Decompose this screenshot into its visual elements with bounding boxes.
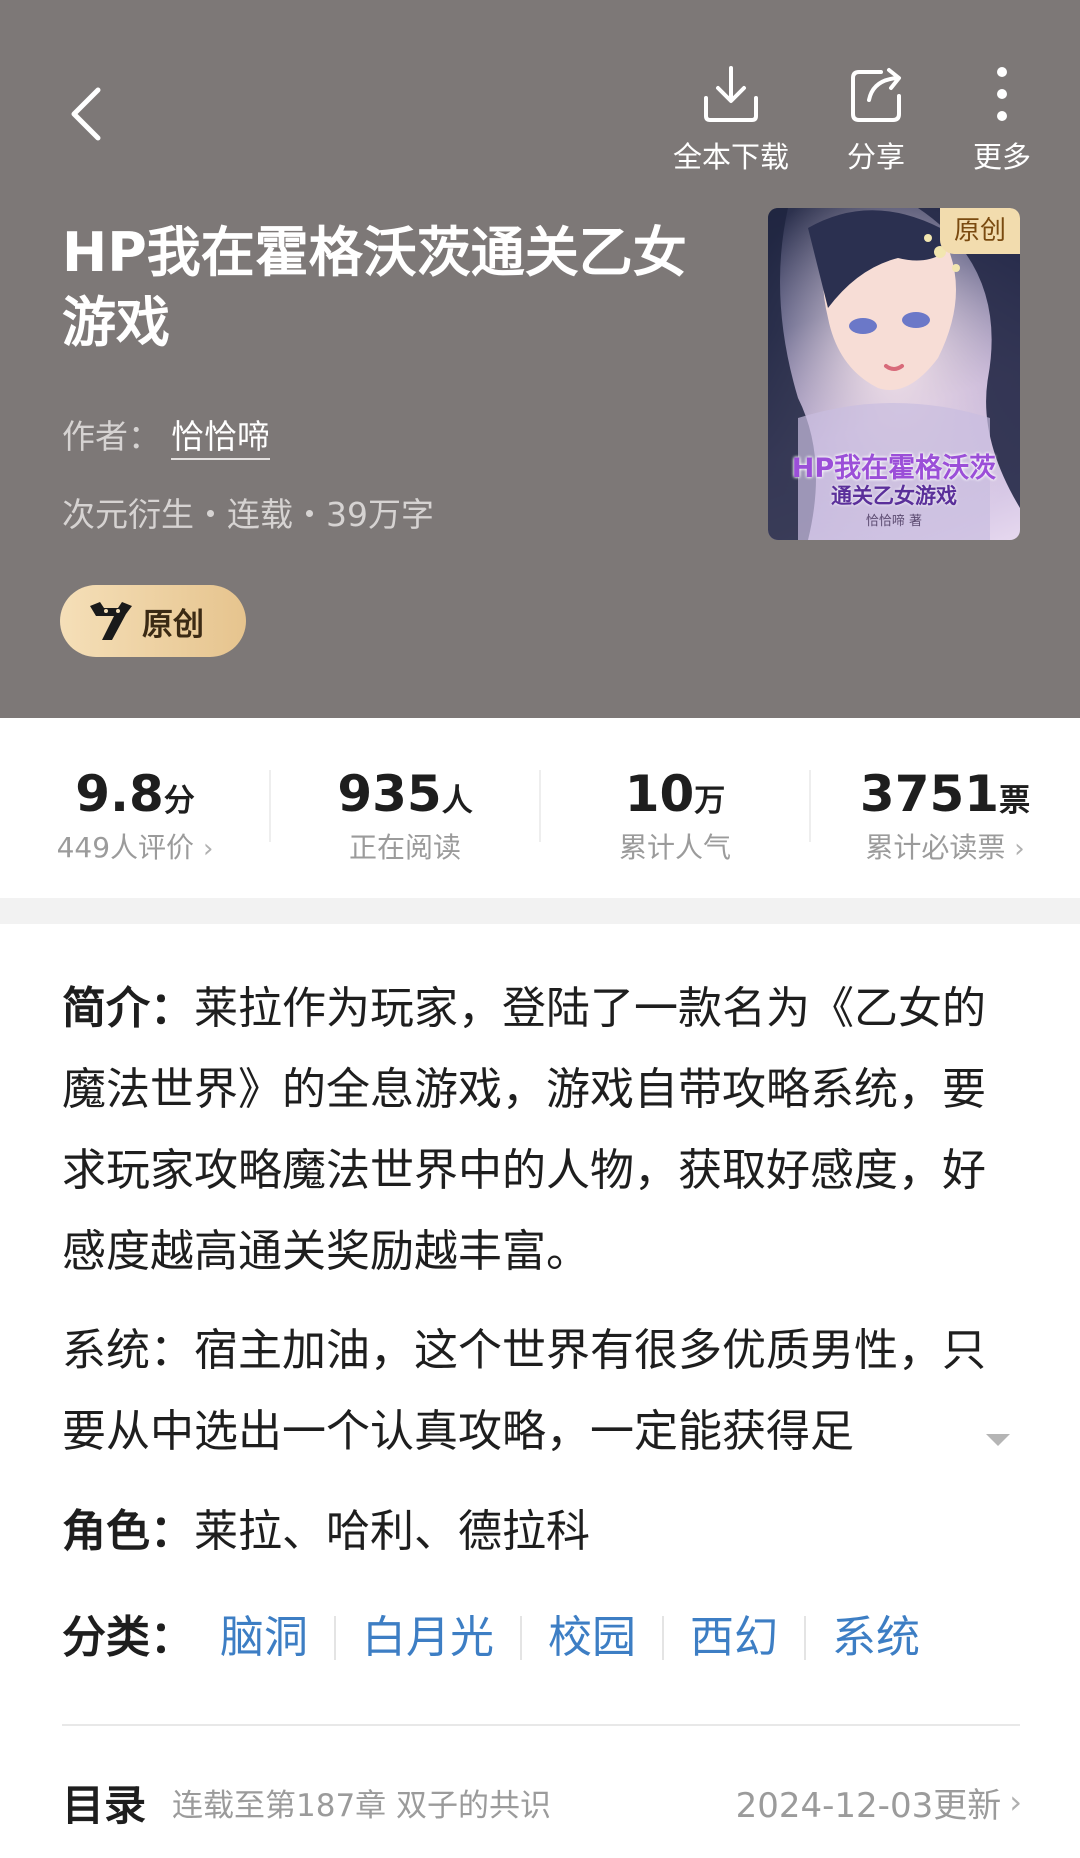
votes-unit: 票 [999, 783, 1031, 819]
cover-author: 恰恰啼 著 [865, 514, 923, 529]
popularity-unit: 万 [694, 783, 726, 819]
original-badge: 原创 [60, 585, 246, 657]
toc-status: 连载至第187章 双子的共识 [172, 1787, 552, 1824]
roles-label: 角色： [62, 1506, 194, 1557]
intro-text: 莱拉作为玩家，登陆了一款名为《乙女的魔法世界》的全息游戏，游戏自带攻略系统，要求… [62, 983, 986, 1277]
download-label: 全本下载 [672, 140, 789, 174]
cat-logo-icon [90, 602, 132, 640]
stat-popularity: 10万 累计人气 [540, 766, 810, 866]
cover-original-tag: 原创 [940, 208, 1020, 254]
download-button[interactable]: 全本下载 [666, 60, 796, 176]
author-row: 作者： 恰恰啼 [62, 410, 270, 460]
category-tag[interactable]: 校园 [520, 1616, 662, 1660]
stat-rating[interactable]: 9.8分 449人评价 › [0, 766, 270, 866]
votes-value: 3751 [859, 765, 1000, 823]
chevron-right-icon: › [1014, 834, 1025, 864]
author-label: 作者： [62, 417, 161, 456]
popularity-label: 累计人气 [618, 831, 731, 864]
status-bar [0, 0, 1080, 14]
book-cover[interactable]: 原创 HP我在霍格沃茨 通关乙女游戏 恰恰啼 著 [768, 208, 1020, 540]
readers-unit: 人 [441, 783, 473, 819]
category-tag[interactable]: 白月光 [334, 1616, 520, 1660]
download-icon [704, 66, 758, 122]
toc-updated: 2024-12-03更新 [735, 1785, 1002, 1826]
book-title: HP我在霍格沃茨通关乙女游戏 [62, 221, 687, 354]
rating-unit: 分 [163, 783, 195, 819]
readers-label: 正在阅读 [348, 831, 461, 864]
more-button[interactable]: 更多 [937, 60, 1067, 176]
divider [62, 1724, 1020, 1726]
category-tag[interactable]: 西幻 [662, 1616, 804, 1660]
chevron-left-icon[interactable] [62, 84, 112, 144]
rating-label: 449人评价 [56, 831, 195, 864]
stat-divider [809, 770, 811, 842]
category-tag[interactable]: 脑洞 [220, 1616, 334, 1660]
chevron-right-icon: › [202, 834, 214, 864]
book-meta: 次元衍生・连载・39万字 [62, 495, 434, 534]
roles-text: 莱拉、哈利、德拉科 [194, 1506, 590, 1557]
stat-divider [269, 770, 271, 842]
table-of-contents-row[interactable]: 目录 连载至第187章 双子的共识 2024-12-03更新 › [62, 1772, 1022, 1832]
votes-label: 累计必读票 [865, 831, 1006, 864]
roles-row: 角色：莱拉、哈利、德拉科 [62, 1494, 590, 1570]
intro-continued: 系统：宿主加油，这个世界有很多优质男性，只要从中选出一个认真攻略，一定能获得足 [62, 1325, 986, 1457]
book-header: 全本下载 分享 更多 HP我在霍格沃茨通关乙女游戏 作者： 恰恰啼 次元衍生・连载… [0, 0, 1080, 718]
expand-triangle-icon[interactable] [978, 1420, 1018, 1460]
share-icon [851, 68, 901, 122]
toc-label: 目录 [62, 1780, 147, 1830]
rating-value: 9.8 [75, 765, 164, 823]
categories-label: 分类： [62, 1612, 194, 1663]
stat-readers: 935人 正在阅读 [270, 766, 540, 866]
badge-label: 原创 [142, 606, 204, 643]
stat-divider [539, 770, 541, 842]
category-tag[interactable]: 系统 [804, 1616, 946, 1660]
share-label: 分享 [846, 140, 905, 174]
more-vertical-icon [997, 67, 1007, 121]
readers-value: 935 [337, 765, 442, 823]
share-button[interactable]: 分享 [811, 60, 941, 176]
intro-label: 简介： [62, 983, 194, 1034]
chevron-right-icon: › [1009, 1783, 1022, 1821]
book-intro[interactable]: 简介：莱拉作为玩家，登陆了一款名为《乙女的魔法世界》的全息游戏，游戏自带攻略系统… [62, 968, 1022, 1292]
popularity-value: 10 [624, 765, 695, 823]
categories-row: 分类： 脑洞 白月光 校园 西幻 系统 [62, 1600, 946, 1676]
more-label: 更多 [972, 140, 1031, 174]
author-link[interactable]: 恰恰啼 [171, 417, 270, 460]
cover-title-line2: 通关乙女游戏 [831, 484, 957, 508]
stat-votes[interactable]: 3751票 累计必读票 › [810, 766, 1080, 866]
section-gap [0, 898, 1080, 924]
